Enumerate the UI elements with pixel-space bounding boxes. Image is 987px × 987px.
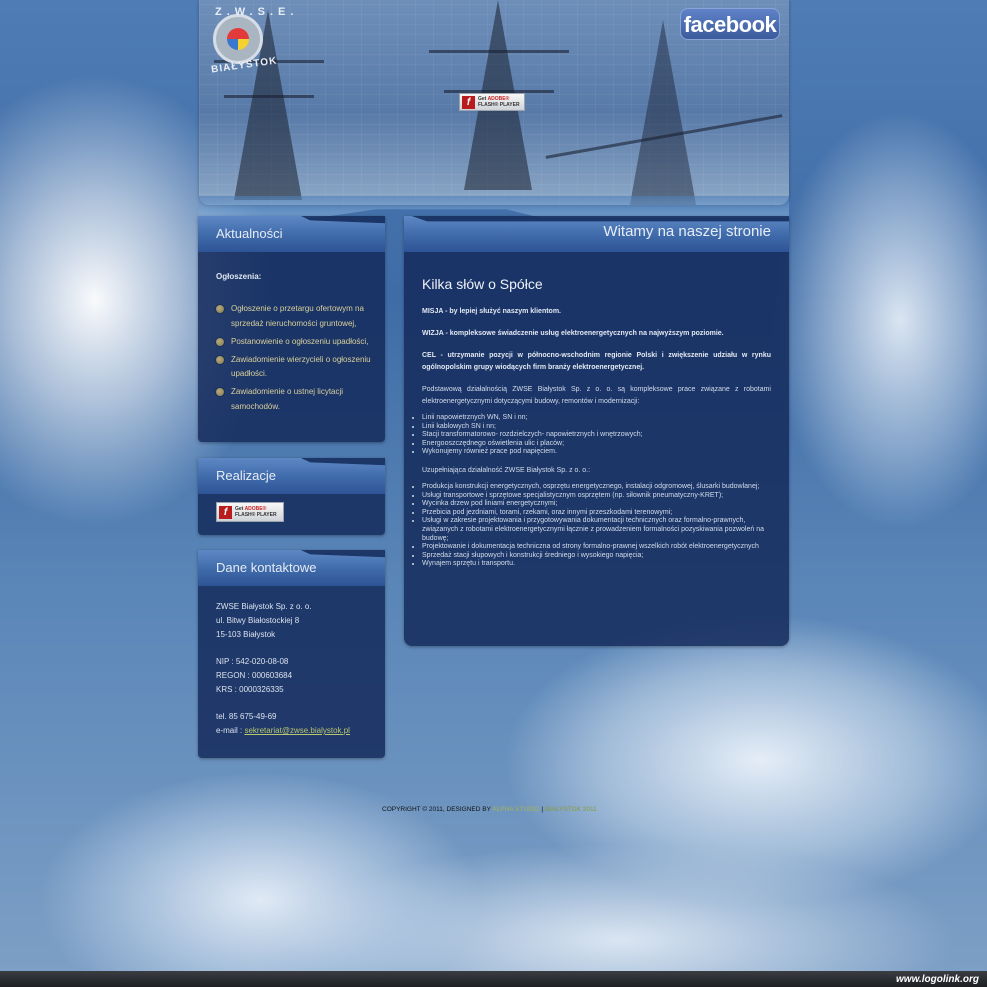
city-address: 15-103 Białystok (216, 630, 276, 639)
about-heading: Kilka słów o Spółce (422, 276, 543, 292)
flash-player-label: FLASH® PLAYER (235, 512, 277, 518)
list-item: Usługi transportowe i sprzętowe specjali… (422, 492, 771, 501)
main-body: Kilka słów o Spółce MISJA - by lepiej sł… (422, 276, 771, 577)
realizations-panel: Realizacje f Get ADOBE® FLASH® PLAYER (198, 458, 385, 535)
realizations-title: Realizacje (216, 468, 276, 483)
list-item: Przebicia pod jezdniami, torami, rzekami… (422, 509, 771, 518)
list-item: Energooszczędnego oświetlenia ulic i pla… (422, 440, 771, 449)
email-row: e-mail : sekretariat@zwse.bialystok.pl (216, 724, 350, 738)
header-banner: Z.W.S.E. BIAŁYSTOK facebook f Get ADOBE®… (199, 0, 789, 205)
list-item: Projektowanie i dokumentacja techniczna … (422, 543, 771, 552)
core-services-list: Linii napowietrznych WN, SN i nn; Linii … (404, 414, 771, 457)
get-flash-player-button[interactable]: f Get ADOBE® FLASH® PLAYER (216, 502, 284, 522)
main-content-panel: Witamy na naszej stronie Kilka słów o Sp… (404, 216, 789, 646)
list-item: Sprzedaż stacji słupowych i konstrukcji … (422, 552, 771, 561)
designer-link[interactable]: ALPHA STUDIO (492, 806, 539, 813)
list-item: Stacji transformatorowo- rozdzielczych- … (422, 431, 771, 440)
welcome-title: Witamy na naszej stronie (603, 223, 771, 240)
list-item: Usługi w zakresie projektowania i przygo… (422, 517, 771, 543)
tower-crossarm (224, 95, 314, 98)
flash-player-label: FLASH® PLAYER (478, 102, 520, 108)
tower-crossarm (429, 50, 569, 53)
contact-panel: Dane kontaktowe ZWSE Białystok Sp. z o. … (198, 550, 385, 758)
realizations-panel-header: Realizacje (198, 458, 385, 494)
supplement-text: Uzupełniająca działalność ZWSE Białystok… (422, 466, 591, 474)
list-item: Wynajem sprzętu i transportu. (422, 560, 771, 569)
bottom-bar: www.logolink.org (0, 971, 987, 987)
get-flash-player-button[interactable]: f Get ADOBE® FLASH® PLAYER (459, 93, 525, 111)
copyright-text: COPYRIGHT © 2011, DESIGNED BY (382, 806, 491, 813)
contact-title: Dane kontaktowe (216, 560, 317, 575)
nip-number: NIP : 542-020-08-08 (216, 657, 289, 666)
news-item[interactable]: Postanowienie o ogłoszeniu upadłości, (216, 335, 376, 350)
news-panel: Aktualności Ogłoszenia: Ogłoszenie o prz… (198, 216, 385, 442)
goal-text: CEL - utrzymanie pozycji w północno-wsch… (422, 352, 771, 371)
email-label: e-mail : (216, 726, 243, 735)
list-item: Linii napowietrznych WN, SN i nn; (422, 414, 771, 423)
logo-emblem-icon (227, 28, 249, 50)
watermark: www.logolink.org (896, 974, 979, 985)
announcements-label: Ogłoszenia: (216, 272, 262, 281)
flash-icon: f (219, 505, 232, 519)
footer-separator: | (541, 806, 544, 813)
news-item[interactable]: Zawiadomienie o ustnej licytacji samocho… (216, 385, 376, 414)
contact-panel-header: Dane kontaktowe (198, 550, 385, 586)
facebook-button[interactable]: facebook (680, 8, 780, 40)
footer: COPYRIGHT © 2011, DESIGNED BY ALPHA STUD… (382, 806, 682, 813)
mission-text: MISJA - by lepiej służyć naszym klientom… (422, 308, 562, 315)
bullet-icon (216, 337, 224, 346)
vision-text: WIZJA - kompleksowe świadczenie usług el… (422, 330, 724, 337)
flash-icon: f (462, 95, 475, 109)
bullet-icon (216, 388, 224, 396)
news-item[interactable]: Ogłoszenie o przetargu ofertowym na sprz… (216, 302, 376, 331)
contact-details: ZWSE Białystok Sp. z o. o. ul. Bitwy Bia… (216, 600, 350, 738)
header-connector (199, 196, 789, 218)
zwse-logo[interactable] (213, 14, 263, 64)
company-name: ZWSE Białystok Sp. z o. o. (216, 602, 312, 611)
bullet-icon (216, 355, 224, 364)
logo-text-top: Z.W.S.E. (215, 6, 299, 18)
bullet-icon (216, 305, 224, 313)
email-link[interactable]: sekretariat@zwse.bialystok.pl (244, 726, 350, 735)
news-title: Aktualności (216, 226, 283, 241)
krs-number: KRS : 0000326335 (216, 685, 284, 694)
list-item: Wycinka drzew pod liniami energetycznymi… (422, 500, 771, 509)
main-panel-header: Witamy na naszej stronie (404, 216, 789, 252)
news-panel-header: Aktualności (198, 216, 385, 252)
list-item: Linii kablowych SN i nn; (422, 423, 771, 432)
list-item: Wykonujemy również prace pod napięciem. (422, 448, 771, 457)
street-address: ul. Bitwy Białostockiej 8 (216, 616, 300, 625)
news-item[interactable]: Zawiadomienie wierzycieli o ogłoszeniu u… (216, 353, 376, 382)
supplementary-services-list: Produkcja konstrukcji energetycznych, os… (404, 483, 771, 569)
news-list: Ogłoszenie o przetargu ofertowym na sprz… (216, 302, 376, 418)
footer-link-2[interactable]: BIAŁYSTOK 2011 (545, 806, 597, 813)
phone-number: tel. 85 675-49-69 (216, 712, 277, 721)
list-item: Produkcja konstrukcji energetycznych, os… (422, 483, 771, 492)
intro-text: Podstawową działalnością ZWSE Białystok … (422, 386, 771, 405)
power-tower-graphic (629, 20, 697, 205)
regon-number: REGON : 000603684 (216, 671, 293, 680)
